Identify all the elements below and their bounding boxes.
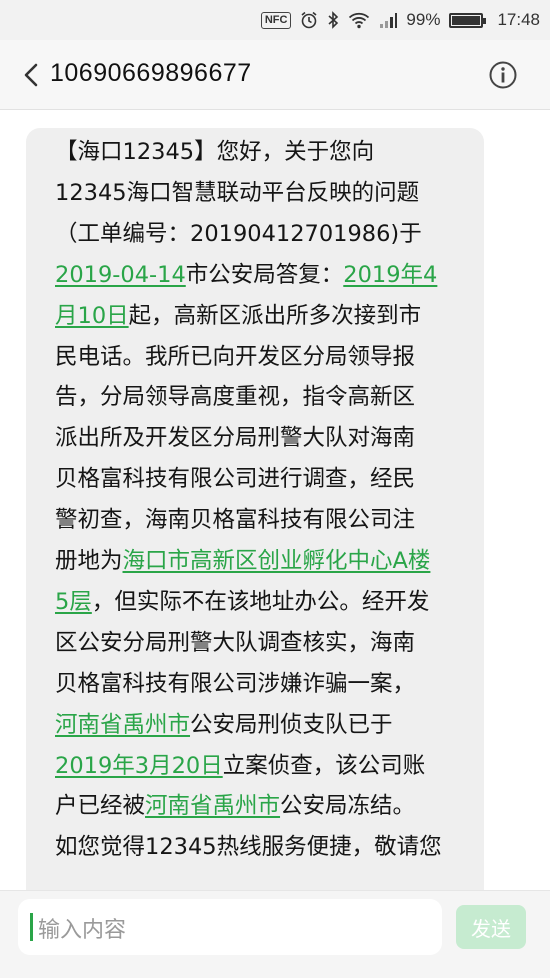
message-thread[interactable]: 【海口12345】您好，关于您向 12345海口智慧联动平台反映的问题 （工单编号：… [0, 110, 550, 890]
message-line: 民电话。我所已向开发区分局领导报 [55, 340, 415, 374]
message-text-segment: 市公安局答复： [185, 262, 344, 288]
message-line: 户已经被河南省禹州市公安局冻结。 [55, 789, 415, 823]
message-link[interactable]: 2019-04-14 [55, 262, 186, 288]
message-line: 如您觉得12345热线服务便捷，敬请您 [55, 830, 442, 864]
battery-level [452, 15, 481, 25]
message-link[interactable]: 海口市高新区创业孵化中心A楼 [123, 548, 431, 574]
contact-number: 10690669896677 [50, 59, 252, 87]
message-text-segment: 12345海口智慧联动平台反映的问题 [55, 180, 420, 206]
message-text-segment: 区公安分局刑警大队调查核实，海南 [55, 630, 416, 656]
signal-icon [379, 12, 398, 28]
chevron-left-icon [24, 63, 38, 87]
message-line: 贝格富科技有限公司进行调查，经民 [55, 462, 415, 496]
message-link[interactable]: 2019年4 [343, 262, 437, 288]
message-text-segment: 警初查，海南贝格富科技有限公司注 [55, 507, 416, 533]
info-button[interactable] [486, 58, 520, 92]
nfc-icon: NFC [260, 11, 292, 29]
message-text-segment: 贝格富科技有限公司进行调查，经民 [55, 466, 416, 492]
message-link[interactable]: 月10日 [55, 303, 129, 329]
message-text-segment: 公安局冻结。 [280, 793, 416, 819]
message-text-segment: 立案侦查，该公司账 [222, 753, 426, 779]
message-input[interactable]: 输入内容 [18, 899, 442, 955]
message-link[interactable]: 2019年3月20日 [55, 753, 223, 779]
message-input-placeholder: 输入内容 [38, 918, 127, 943]
message-line: 12345海口智慧联动平台反映的问题 [55, 176, 419, 210]
message-link[interactable]: 河南省禹州市 [145, 793, 280, 819]
bluetooth-icon [327, 11, 339, 29]
message-line: 【海口12345】您好，关于您向 [55, 135, 374, 169]
message-text-segment: 派出所及开发区分局刑警大队对海南 [55, 425, 416, 451]
wifi-icon [348, 11, 370, 29]
message-text-segment: 册地为 [55, 548, 123, 574]
message-line: 贝格富科技有限公司涉嫌诈骗一案， [55, 667, 415, 701]
alarm-icon [300, 11, 318, 29]
back-button[interactable] [14, 58, 48, 92]
text-cursor [30, 913, 33, 941]
message-text-segment: 户已经被 [55, 793, 146, 819]
message-text-segment: 起，高新区派出所多次接到市 [128, 303, 422, 329]
message-line: （工单编号：20190412701986)于 [55, 217, 422, 251]
message-text-segment: ，但实际不在该地址办公。经开发 [91, 589, 430, 615]
message-line: 2019年3月20日立案侦查，该公司账 [55, 749, 425, 783]
message-line: 2019-04-14市公安局答复：2019年4 [55, 258, 437, 292]
message-text-segment: 民电话。我所已向开发区分局领导报 [55, 344, 416, 370]
message-text-segment: 告，分局领导高度重视，指令高新区 [55, 384, 416, 410]
message-line: 派出所及开发区分局刑警大队对海南 [55, 421, 415, 455]
message-link[interactable]: 河南省禹州市 [55, 712, 190, 738]
message-text-segment: 如您觉得12345热线服务便捷，敬请您 [55, 834, 442, 860]
conversation-header: 10690669896677 [0, 40, 550, 110]
message-text-segment: 贝格富科技有限公司涉嫌诈骗一案， [55, 671, 416, 697]
battery-percent: 99% [406, 10, 441, 29]
compose-bar: 输入内容 发送 [0, 890, 550, 978]
send-button[interactable]: 发送 [456, 905, 526, 949]
message-line: 月10日起，高新区派出所多次接到市 [55, 299, 421, 333]
message-line: 警初查，海南贝格富科技有限公司注 [55, 503, 415, 537]
status-bar: NFC 99% 17:48 [0, 0, 550, 40]
message-line: 5层，但实际不在该地址办公。经开发 [55, 585, 429, 619]
clock-time: 17:48 [497, 10, 540, 29]
info-icon [489, 61, 517, 89]
message-text-segment: 【海口12345】您好，关于您向 [55, 139, 375, 165]
message-line: 河南省禹州市公安局刑侦支队已于 [55, 708, 393, 742]
message-line: 告，分局领导高度重视，指令高新区 [55, 380, 415, 414]
message-text-segment: 公安局刑侦支队已于 [190, 712, 393, 738]
battery-icon [449, 12, 487, 28]
message-line: 册地为海口市高新区创业孵化中心A楼 [55, 544, 430, 578]
message-line: 区公安分局刑警大队调查核实，海南 [55, 626, 415, 660]
message-link[interactable]: 5层 [55, 589, 92, 615]
message-text-segment: （工单编号：20190412701986)于 [55, 221, 422, 247]
